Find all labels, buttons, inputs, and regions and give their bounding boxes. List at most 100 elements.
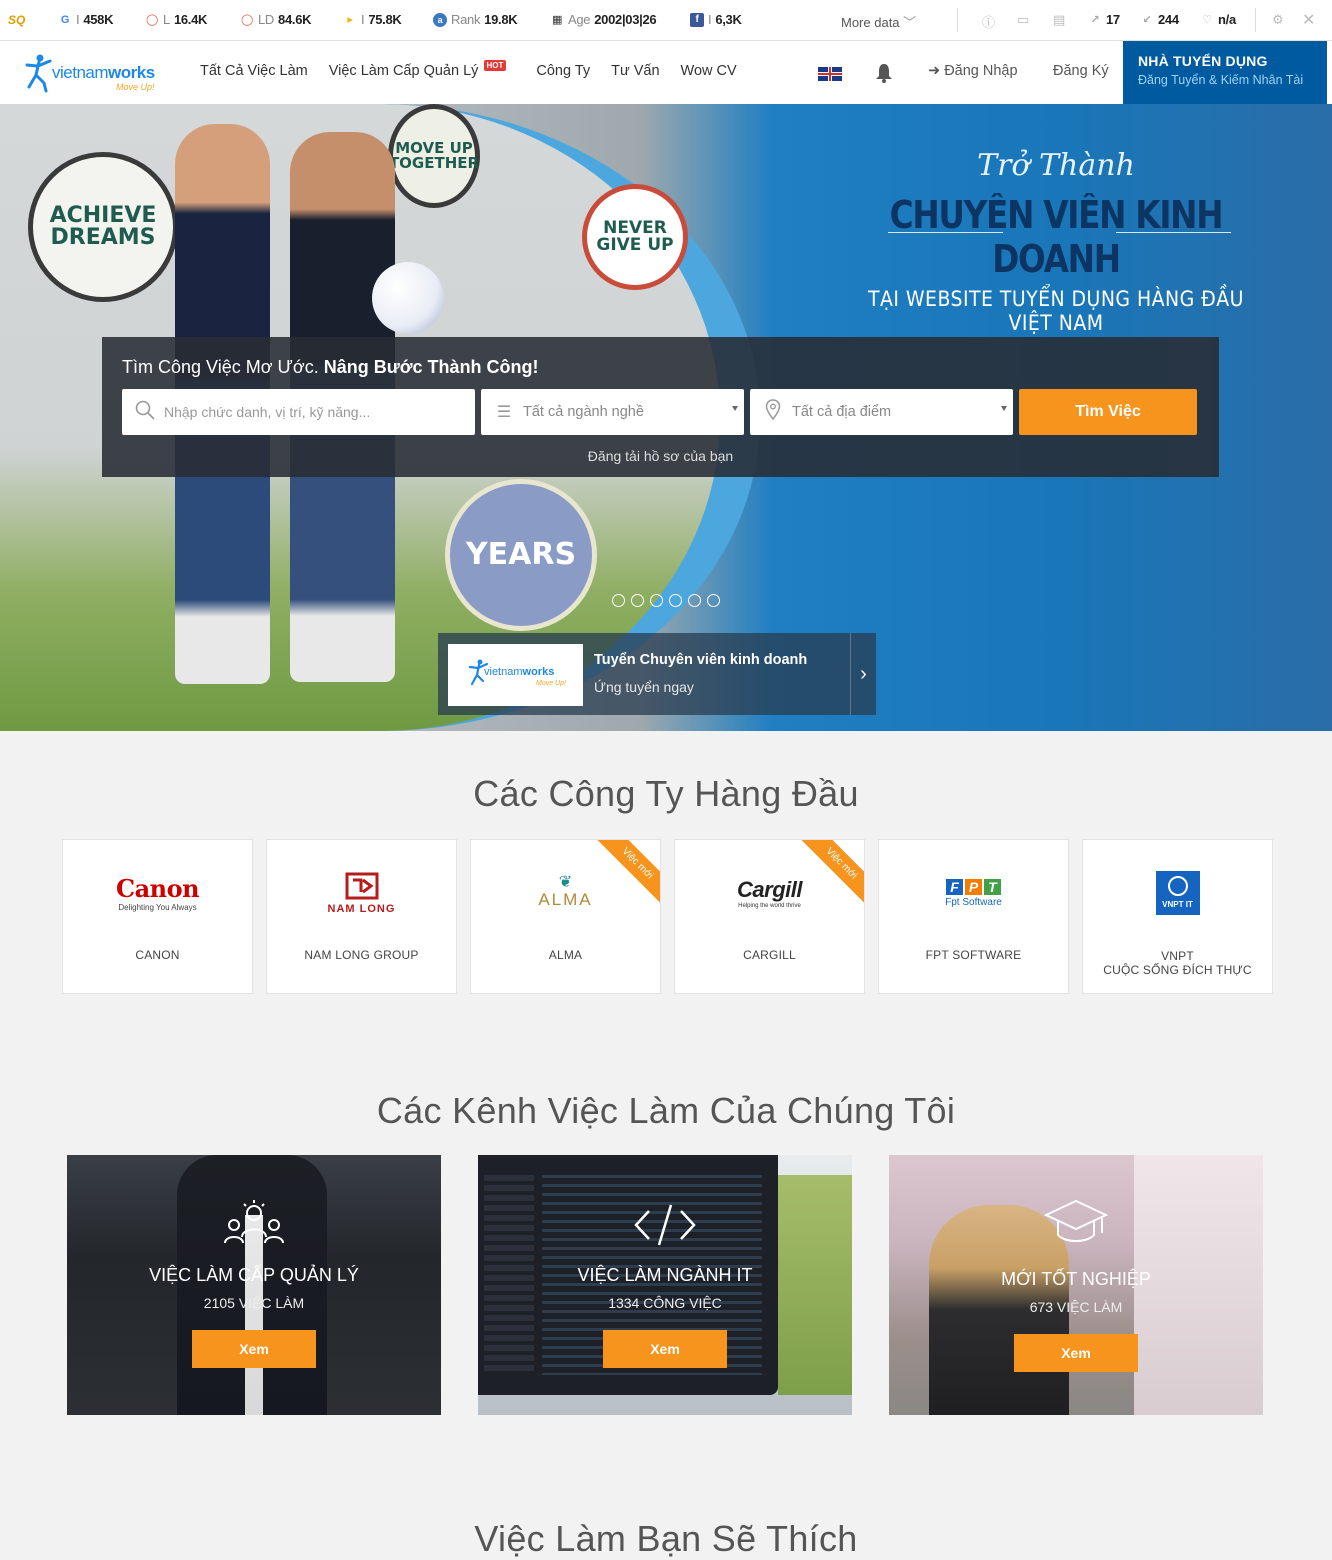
team-icon (224, 1200, 284, 1244)
metric-value: 84.6K (278, 12, 312, 27)
chevron-down-icon: ﹀ (903, 15, 917, 30)
code-icon (634, 1204, 696, 1246)
promo-brand-name: vietnamworks (484, 666, 554, 678)
channel-graduates[interactable]: MỚI TỐT NGHIỆP 673 VIỆC LÀM Xem (889, 1155, 1263, 1415)
channel-management[interactable]: VIỆC LÀM CẤP QUẢN LÝ 2105 VIỆC LÀM Xem (67, 1155, 441, 1415)
view-button[interactable]: Xem (192, 1330, 316, 1368)
english-flag-icon[interactable] (818, 67, 842, 81)
internal-links-count[interactable]: ↙ 244 (1140, 12, 1180, 27)
report-icon[interactable]: ▤ (1053, 12, 1065, 28)
metric-value: 16.4K (173, 12, 208, 27)
brand-name-bold: works (108, 63, 155, 82)
internal-links-value: 244 (1158, 12, 1179, 27)
football (372, 262, 444, 334)
metric-rank[interactable]: a Rank 19.8K (433, 12, 518, 27)
nav-management-jobs[interactable]: Việc Làm Cấp Quản Lý HOT (328, 60, 507, 79)
hero-title: Trở Thành CHUYÊN VIÊN KINH DOANH TẠI WEB… (826, 148, 1286, 335)
metric-linking-domains[interactable]: ◯ LD 84.6K (240, 12, 312, 27)
metric-prefix: Age (568, 12, 591, 27)
company-card-cargill[interactable]: Việc mới Cargill Helping the world thriv… (674, 839, 865, 994)
company-name: ALMA (548, 948, 583, 962)
more-data-label: More data (841, 15, 900, 30)
search-icon (134, 400, 156, 425)
move-up-together-sticker: MOVE UP TOGETHER (388, 104, 480, 208)
site-header: vietnamworks Move Up! Tất Cả Việc Làm Vi… (0, 41, 1332, 104)
view-button[interactable]: Xem (1014, 1334, 1138, 1372)
metric-value: 6,3K (715, 12, 742, 27)
metric-links[interactable]: ◯ L 16.4K (145, 12, 207, 27)
external-links-count[interactable]: ↗ 17 (1088, 12, 1121, 27)
channel-title: MỚI TỐT NGHIỆP (1001, 1269, 1151, 1289)
keyword-placeholder: Nhập chức danh, vị trí, kỹ năng... (164, 404, 371, 420)
metric-google-index[interactable]: G I 458K (58, 12, 114, 27)
status-metric[interactable]: ♡ n/a (1200, 12, 1236, 27)
cargill-logo-sub: Helping the world thrive (738, 903, 801, 909)
metric-bing-index[interactable]: ▸ I 75.8K (343, 12, 401, 27)
login-link[interactable]: ➜ Đăng Nhập (928, 63, 1018, 79)
info-icon[interactable]: ⓘ (982, 12, 995, 31)
view-button[interactable]: Xem (603, 1330, 727, 1368)
monitor-icon[interactable]: ▭ (1017, 12, 1029, 28)
slide-dot[interactable] (631, 594, 644, 607)
cargill-logo: Cargill Helping the world thrive (675, 868, 864, 918)
slide-dot[interactable] (688, 594, 701, 607)
alma-logo: ❦ ALMA (471, 868, 660, 918)
company-card-fpt[interactable]: F P T Fpt Software FPT SOFTWARE (878, 839, 1069, 994)
external-links-value: 17 (1106, 12, 1120, 27)
close-icon[interactable]: ✕ (1302, 10, 1315, 30)
company-card-nam-long[interactable]: NAM LONG NAM LONG GROUP (266, 839, 457, 994)
login-label: Đăng Nhập (944, 63, 1018, 79)
company-card-vnpt[interactable]: VNPT IT VNPT CUỘC SỐNG ĐÍCH THỰC (1082, 839, 1273, 994)
age-icon: ▦ (551, 13, 563, 26)
recommended-jobs-title: Việc Làm Bạn Sẽ Thích (474, 1518, 858, 1559)
location-select[interactable]: Tất cả địa điểm (750, 389, 1013, 435)
search-jobs-button[interactable]: Tìm Việc (1019, 389, 1197, 435)
bell-icon[interactable] (875, 63, 893, 83)
more-data-dropdown[interactable]: More data ﹀ (841, 12, 916, 31)
channel-it[interactable]: VIỆC LÀM NGÀNH IT 1334 CÔNG VIỆC Xem (478, 1155, 852, 1415)
nav-all-jobs[interactable]: Tất Cả Việc Làm (200, 63, 308, 79)
nav-advice[interactable]: Tư Vấn (611, 63, 659, 79)
vietnamworks-logo[interactable]: vietnamworks Move Up! (24, 53, 164, 93)
employer-button[interactable]: NHÀ TUYỂN DỤNG Đăng Tuyển & Kiếm Nhân Tà… (1123, 41, 1327, 104)
slide-dot[interactable] (707, 594, 720, 607)
keyword-input[interactable]: Nhập chức danh, vị trí, kỹ năng... (122, 389, 475, 435)
channel-count: 2105 VIỆC LÀM (203, 1295, 305, 1311)
links-icon: ◯ (145, 13, 158, 26)
seoquake-logo-icon[interactable]: SQ (8, 13, 26, 27)
industry-select[interactable]: ☰ Tất cả ngành nghề (481, 389, 744, 435)
slide-dot[interactable] (669, 594, 682, 607)
promo-card[interactable]: vietnamworks Move Up! Tuyển Chuyên viên … (438, 633, 876, 715)
caret-down-icon (1001, 406, 1007, 411)
slide-dot[interactable] (650, 594, 663, 607)
metric-facebook[interactable]: f I 6,3K (690, 12, 742, 27)
vnpt-logo-text: VNPT IT (1162, 900, 1193, 909)
company-card-canon[interactable]: Canon Delighting You Always CANON (62, 839, 253, 994)
fpt-letters: F P T (946, 878, 1001, 895)
promo-subtitle: Ứng tuyển ngay (594, 679, 694, 695)
search-heading-plain: Tìm Công Việc Mơ Ước. (122, 357, 319, 377)
canon-logo-sub: Delighting You Always (118, 903, 197, 912)
company-card-alma[interactable]: Việc mới ❦ ALMA ALMA (470, 839, 661, 994)
metric-age[interactable]: ▦ Age 2002|03|26 (550, 12, 657, 27)
search-heading: Tìm Công Việc Mơ Ước. Nâng Bước Thành Cô… (122, 357, 539, 378)
fpt-letter-t: T (984, 878, 1001, 895)
nav-companies[interactable]: Công Ty (536, 63, 590, 79)
caret-down-icon (732, 406, 738, 411)
company-name: NAM LONG GROUP (304, 948, 419, 962)
search-heading-bold: Nâng Bước Thành Công! (323, 357, 539, 377)
nav-wow-cv[interactable]: Wow CV (681, 63, 737, 79)
chevron-right-icon[interactable]: › (850, 633, 876, 715)
upload-cv-link[interactable]: Đăng tải hồ sơ của bạn (102, 448, 1219, 464)
register-link[interactable]: Đăng Ký (1053, 63, 1109, 79)
gear-icon[interactable]: ⚙ (1272, 12, 1284, 28)
hero-script-title: Trở Thành (977, 148, 1135, 183)
channel-count: 673 VIỆC LÀM (1029, 1299, 1123, 1315)
company-name: CARGILL (743, 948, 796, 962)
promo-brand-tagline: Move Up! (536, 680, 566, 687)
hero-banner: ACHIEVE DREAMS MOVE UP TOGETHER NEVER GI… (0, 104, 1332, 731)
google-icon: G (60, 13, 70, 26)
slide-dot[interactable] (612, 594, 625, 607)
nav-management-jobs-label: Việc Làm Cấp Quản Lý (328, 63, 479, 79)
promo-brand-light: vietnam (484, 666, 523, 678)
